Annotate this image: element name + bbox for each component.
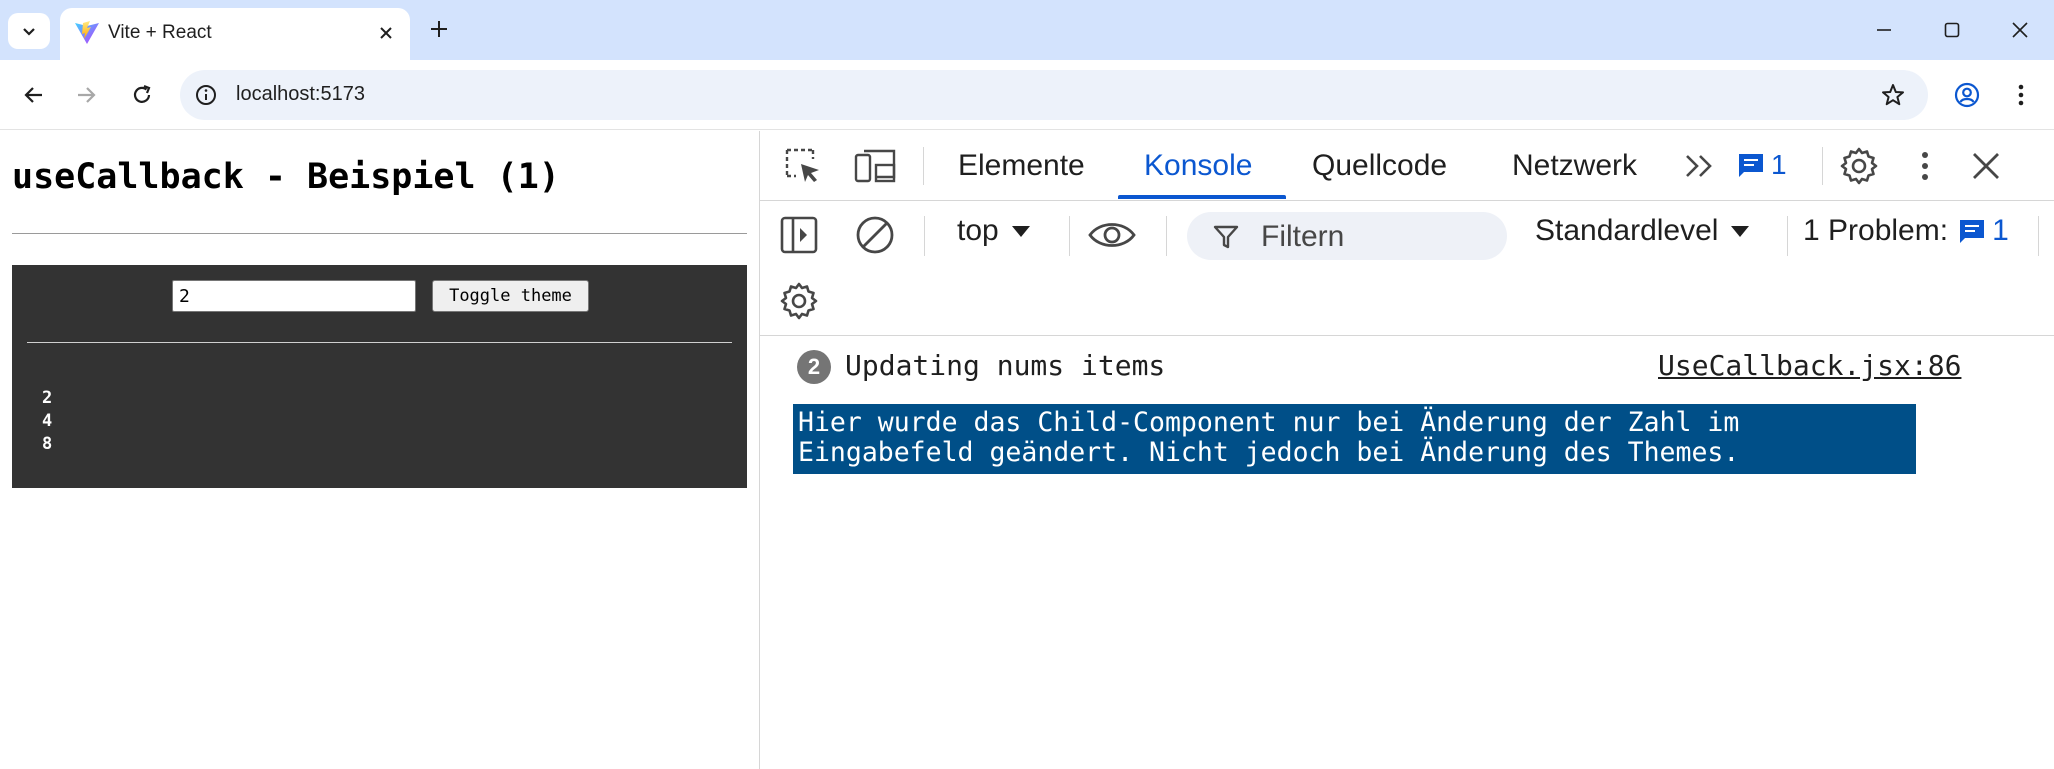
issues-counter[interactable]: 1 Problem: 1 — [1803, 214, 2009, 248]
divider — [27, 342, 732, 343]
context-select-value: top — [957, 214, 999, 247]
caret-down-icon — [1011, 226, 1030, 237]
live-expression-button[interactable] — [1088, 214, 1136, 256]
issues-count: 1 — [1992, 214, 2009, 247]
log-level-value: Standardlevel — [1535, 214, 1719, 247]
separator — [1822, 147, 1823, 185]
device-toolbar-button[interactable] — [853, 145, 899, 187]
close-icon — [1973, 153, 1999, 179]
list-item: 4 — [42, 411, 53, 431]
device-icon — [854, 149, 896, 183]
active-tab-indicator — [1118, 195, 1286, 199]
caret-down-icon — [1731, 226, 1750, 237]
issues-label: 1 Problem: — [1803, 214, 1949, 247]
page-viewport: useCallback - Beispiel (1) Toggle theme … — [0, 131, 759, 769]
info-icon[interactable] — [194, 83, 218, 107]
close-window-button[interactable] — [2000, 12, 2040, 48]
issues-badge[interactable]: 1 — [1737, 149, 1787, 181]
number-list: 2 4 8 — [42, 387, 52, 456]
browser-toolbar: localhost:5173 — [0, 60, 2054, 130]
vite-logo-icon — [75, 21, 99, 44]
eye-icon — [1088, 223, 1136, 247]
issues-badge-count: 1 — [1771, 149, 1787, 180]
separator — [923, 147, 924, 185]
maximize-icon — [1944, 22, 1960, 38]
list-item: 8 — [42, 434, 53, 454]
tab-console[interactable]: Konsole — [1144, 149, 1252, 183]
minimize-button[interactable] — [1864, 12, 1904, 48]
toggle-theme-button[interactable]: Toggle theme — [432, 280, 589, 312]
filter-icon — [1213, 225, 1239, 249]
tab-elements[interactable]: Elemente — [958, 149, 1085, 183]
list-item: 2 — [42, 388, 53, 408]
title-bar: Vite + React — [0, 0, 2054, 60]
context-select[interactable]: top — [957, 214, 1031, 248]
back-button[interactable] — [16, 77, 52, 113]
tab-title: Vite + React — [108, 22, 212, 43]
minimize-icon — [1877, 29, 1891, 31]
reload-icon — [133, 84, 151, 103]
gear-icon — [780, 282, 818, 320]
console-styled-message: Hier wurde das Child-Component nur bei Ä… — [793, 404, 1916, 474]
repeat-count-badge: 2 — [797, 350, 831, 384]
console-log-source-link[interactable]: UseCallback.jsx:86 — [1658, 349, 1961, 382]
console-toolbar-row-2 — [760, 268, 2054, 336]
page-heading: useCallback - Beispiel (1) — [12, 157, 560, 197]
profile-button[interactable] — [1949, 77, 1985, 113]
browser-tab[interactable]: Vite + React — [60, 8, 410, 60]
show-sidebar-button[interactable] — [778, 214, 820, 256]
forward-button[interactable] — [68, 77, 104, 113]
clear-console-button[interactable] — [854, 214, 896, 256]
chevron-down-icon — [23, 28, 35, 36]
filter-placeholder: Filtern — [1261, 220, 1345, 253]
tab-close-icon[interactable] — [374, 21, 398, 45]
new-tab-button[interactable] — [424, 14, 454, 44]
devtools-settings-button[interactable] — [1838, 145, 1880, 187]
divider — [12, 233, 747, 234]
tab-search-button[interactable] — [8, 13, 50, 49]
console-settings-button[interactable] — [778, 280, 820, 322]
profile-icon — [1954, 82, 1980, 108]
theme-panel: Toggle theme 2 4 8 — [12, 265, 747, 488]
filter-input[interactable]: Filtern — [1187, 212, 1507, 260]
arrow-right-icon — [78, 87, 96, 103]
close-icon — [2012, 22, 2028, 38]
browser-menu-button[interactable] — [2003, 77, 2039, 113]
number-input[interactable] — [172, 280, 416, 312]
address-bar[interactable]: localhost:5173 — [180, 70, 1928, 120]
separator — [1069, 216, 1070, 256]
separator — [924, 216, 925, 256]
more-tabs-button[interactable] — [1680, 149, 1718, 183]
more-vertical-icon — [2018, 84, 2024, 106]
console-log-text: Updating nums items — [845, 349, 1166, 382]
double-chevron-right-icon — [1686, 155, 1712, 177]
maximize-button[interactable] — [1932, 12, 1972, 48]
plus-icon — [431, 21, 447, 37]
devtools-panel: Elemente Konsole Quellcode Netzwerk 1 to… — [759, 131, 2054, 769]
inspect-icon — [785, 148, 819, 182]
devtools-tab-bar: Elemente Konsole Quellcode Netzwerk 1 — [760, 131, 2054, 201]
sidebar-icon — [780, 216, 818, 254]
tab-sources[interactable]: Quellcode — [1312, 149, 1447, 183]
message-icon — [1960, 220, 1985, 243]
inspect-element-button[interactable] — [782, 145, 824, 187]
arrow-left-icon — [24, 87, 42, 103]
console-toolbar: top Filtern Standardlevel 1 Problem: 1 — [760, 202, 2054, 268]
separator — [2038, 216, 2039, 256]
devtools-menu-button[interactable] — [1910, 145, 1940, 187]
gear-icon — [1840, 147, 1878, 185]
log-level-select[interactable]: Standardlevel — [1535, 214, 1750, 248]
bookmark-star-icon[interactable] — [1880, 82, 1906, 108]
more-vertical-icon — [1922, 152, 1928, 180]
message-icon — [1739, 154, 1763, 177]
tab-network[interactable]: Netzwerk — [1512, 149, 1637, 183]
block-icon — [856, 216, 894, 254]
reload-button[interactable] — [124, 77, 160, 113]
close-devtools-button[interactable] — [1965, 145, 2007, 187]
separator — [1166, 216, 1167, 256]
url-text[interactable]: localhost:5173 — [236, 83, 365, 106]
separator — [1787, 216, 1788, 256]
